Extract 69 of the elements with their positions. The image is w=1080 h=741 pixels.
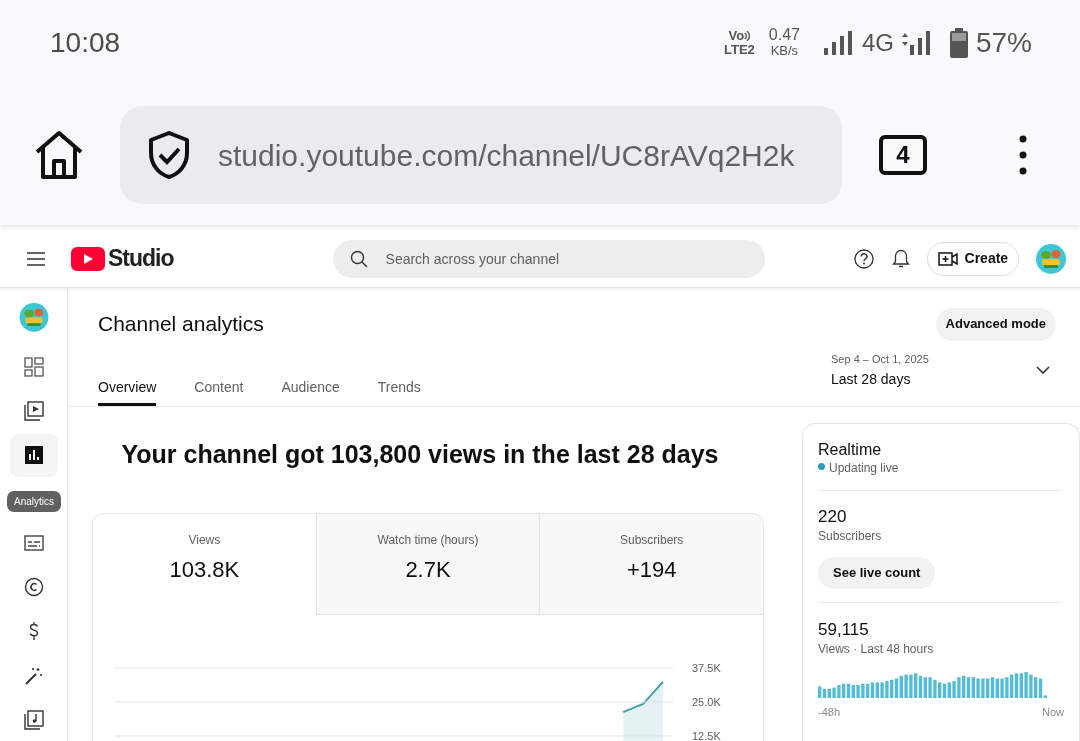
address-bar[interactable]: studio.youtube.com/channel/UC8rAVq2H2k <box>120 106 842 204</box>
search-field[interactable]: Search across your channel <box>332 239 765 278</box>
advanced-mode-button[interactable]: Advanced mode <box>935 307 1056 341</box>
search-icon <box>349 249 368 268</box>
tooltip: Analytics <box>7 491 61 512</box>
channel-avatar[interactable] <box>1036 243 1067 274</box>
subscribers-label: Subscribers <box>818 528 883 544</box>
channel-avatar[interactable] <box>18 303 49 332</box>
metric-label: Watch time (hours) <box>377 532 479 549</box>
axis-tick-label: 12.5K <box>692 730 721 741</box>
date-range-picker[interactable]: Sep 4 – Oct 1, 2025 Last 28 days <box>831 350 1056 390</box>
axis-label: -48h <box>818 705 841 720</box>
live-dot-icon <box>818 463 825 470</box>
menu-icon[interactable] <box>27 251 45 266</box>
tab[interactable]: Content <box>194 372 244 406</box>
metric-value: +194 <box>626 556 677 584</box>
axis-tick-label: 37.5K <box>692 662 721 674</box>
metric-label: Views <box>188 532 221 549</box>
play-logo-icon <box>71 246 105 271</box>
see-live-count-button[interactable]: See live count <box>818 557 936 589</box>
tab[interactable]: Audience <box>281 372 340 406</box>
subscriber-count: 220 <box>818 506 848 528</box>
tab[interactable]: Overview <box>98 372 157 406</box>
axis-label: Now <box>1042 705 1064 720</box>
metric-label: Subscribers <box>620 532 684 549</box>
url-text: studio.youtube.com/channel/UC8rAVq2H2k <box>218 137 795 174</box>
music-library-icon <box>23 709 44 730</box>
subtitles-icon <box>23 532 44 553</box>
volte-label: LTE2 <box>723 42 755 57</box>
more-menu-icon[interactable] <box>1019 135 1027 175</box>
live-status: Updating live <box>829 460 899 477</box>
sidebar-item[interactable] <box>9 434 58 477</box>
video-add-icon <box>937 251 958 266</box>
period-label: Last 28 days <box>831 370 912 389</box>
dashboard-icon <box>23 356 44 377</box>
help-icon[interactable] <box>853 248 874 269</box>
tab-count-button[interactable]: 4 <box>879 135 927 175</box>
headline: Your channel got 103,800 views in the last 28 days <box>121 439 719 471</box>
logo-text: Studio <box>108 244 174 274</box>
bar-chart-icon <box>23 445 44 466</box>
magic-wand-icon <box>23 665 44 686</box>
home-icon[interactable] <box>33 130 85 180</box>
signal-icon <box>901 30 932 55</box>
metric-value: 2.7K <box>405 556 451 584</box>
clock-time: 10:08 <box>50 25 121 60</box>
copyright-icon <box>23 577 44 597</box>
date-range: Sep 4 – Oct 1, 2025 <box>831 351 929 367</box>
signal-icon <box>823 30 852 55</box>
battery-percent: 57% <box>975 25 1032 60</box>
card-title: Realtime <box>818 440 883 460</box>
shield-check-icon <box>146 130 192 180</box>
battery-icon <box>949 27 968 58</box>
axis-tick-label: 25.0K <box>692 696 721 708</box>
area-series <box>622 680 664 741</box>
bell-icon[interactable] <box>891 248 910 269</box>
tab[interactable]: Trends <box>377 372 421 406</box>
video-library-icon <box>23 401 44 422</box>
views-period-label: Views · Last 48 hours <box>818 641 935 657</box>
metric-tab[interactable]: Subscribers +194 <box>539 514 763 615</box>
chevron-down-icon <box>1036 366 1050 375</box>
page-title: Channel analytics <box>98 311 264 338</box>
speed-unit: KB/s <box>770 42 799 59</box>
wave-icon <box>744 30 751 41</box>
metric-tab[interactable]: Watch time (hours) 2.7K <box>315 514 540 615</box>
network-type: 4G <box>861 27 894 58</box>
views-count: 59,115 <box>818 619 870 641</box>
volte-label: Vo <box>728 28 745 43</box>
speed-value: 0.47 <box>768 26 800 43</box>
metric-value: 103.8K <box>169 556 240 584</box>
